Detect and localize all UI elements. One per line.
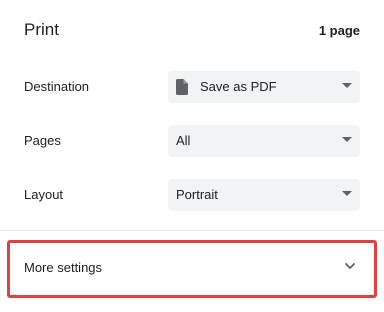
dropdown-caret-icon [342,83,352,88]
more-settings-toggle[interactable]: More settings [7,240,377,298]
destination-label: Destination [24,79,90,94]
page-count: 1 page [318,23,360,38]
print-settings-panel: Print 1 page Destination Save as PDF Pag… [0,0,384,312]
pages-label: Pages [24,133,61,148]
destination-value: Save as PDF [200,79,277,94]
pages-value: All [176,133,191,148]
pages-select[interactable]: All [168,125,360,157]
layout-select[interactable]: Portrait [168,179,360,211]
section-divider [0,230,384,231]
dropdown-caret-icon [342,137,352,142]
chevron-down-icon [345,263,355,269]
more-settings-label: More settings [24,260,103,275]
destination-select[interactable]: Save as PDF [168,71,360,103]
layout-label: Layout [24,187,64,202]
print-title: Print [24,20,59,39]
dropdown-caret-icon [342,191,352,196]
layout-value: Portrait [176,187,218,202]
pdf-file-icon [176,79,188,95]
